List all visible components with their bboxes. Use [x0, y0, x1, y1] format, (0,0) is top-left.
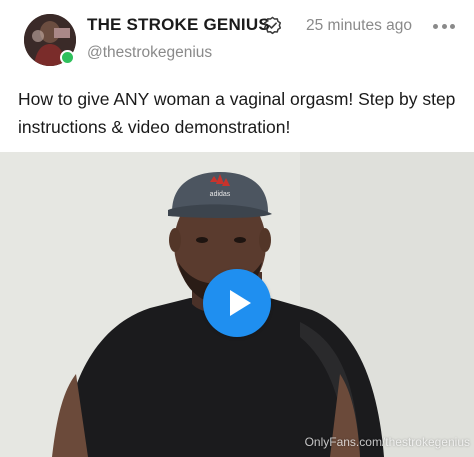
post-caption: How to give ANY woman a vaginal orgasm! …	[18, 89, 456, 137]
video-player[interactable]: adidas OnlyFans.com/thestrokegenius	[0, 152, 474, 457]
video-watermark: OnlyFans.com/thestrokegenius	[304, 435, 470, 449]
more-options-icon[interactable]	[433, 24, 455, 30]
verified-badge-icon	[263, 16, 282, 35]
dot	[441, 24, 447, 29]
author-name[interactable]: THE STROKE GENIUS	[87, 15, 270, 35]
play-button[interactable]	[203, 269, 271, 337]
post-card: THE STROKE GENIUS 25 minutes ago @thestr…	[0, 0, 474, 457]
play-icon	[230, 290, 251, 316]
post-timestamp: 25 minutes ago	[306, 17, 412, 34]
dot	[433, 24, 438, 29]
cap-logo-text: adidas	[210, 191, 231, 198]
avatar[interactable]	[24, 14, 76, 66]
author-handle[interactable]: @thestrokegenius	[87, 44, 212, 62]
dot	[450, 24, 455, 29]
online-status-dot	[60, 50, 75, 65]
